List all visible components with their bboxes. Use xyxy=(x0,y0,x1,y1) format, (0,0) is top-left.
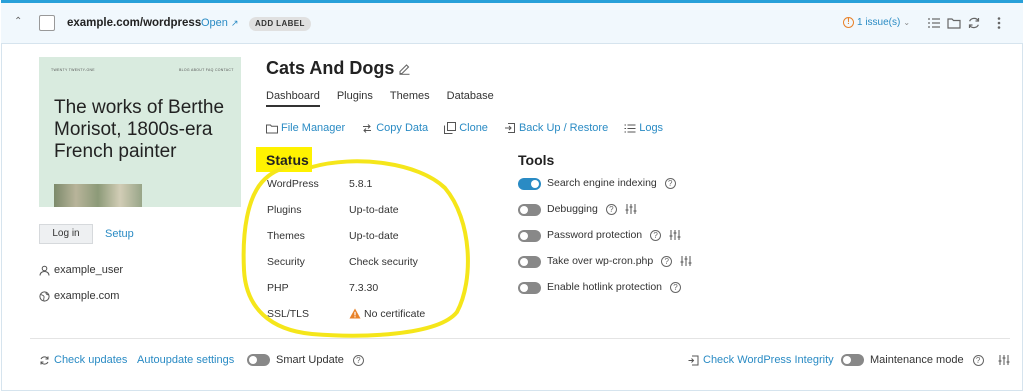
settings-sliders-icon[interactable] xyxy=(625,203,637,215)
tool-search-engine-indexing: Search engine indexing ? xyxy=(547,177,676,189)
tool-label-search-engine-indexing: Search engine indexing xyxy=(547,177,657,189)
help-icon[interactable]: ? xyxy=(664,177,676,189)
check-updates-button[interactable]: Check updates xyxy=(39,354,127,366)
logs-button[interactable]: Logs xyxy=(624,122,663,134)
clone-icon xyxy=(444,122,457,134)
preview-headline: The works of Berthe Morisot, 1800s-era F… xyxy=(54,97,225,162)
backup-restore-button[interactable]: Back Up / Restore xyxy=(504,122,608,134)
site-preview-thumbnail[interactable]: TWENTY TWENTY-ONE BLOG ABOUT FAQ CONTACT… xyxy=(39,57,241,207)
add-label-button[interactable]: ADD LABEL xyxy=(249,17,311,31)
site-tabs: Dashboard Plugins Themes Database xyxy=(266,90,494,107)
footer-divider xyxy=(30,338,1010,339)
issues-dropdown[interactable]: ! 1 issue(s) ⌄ xyxy=(843,17,910,28)
logs-label: Logs xyxy=(639,122,664,134)
annotation-circle xyxy=(241,159,470,338)
issues-label: 1 issue(s) xyxy=(857,17,901,28)
help-icon[interactable]: ? xyxy=(605,203,617,215)
tools-heading: Tools xyxy=(518,152,555,168)
external-link-icon: ↗ xyxy=(230,18,239,28)
check-integrity-label: Check WordPress Integrity xyxy=(703,354,834,366)
setup-link[interactable]: Setup xyxy=(105,228,134,240)
integrity-icon xyxy=(688,355,699,366)
pencil-icon[interactable] xyxy=(398,62,411,75)
backup-icon xyxy=(504,122,516,134)
tool-password-protection: Password protection ? xyxy=(547,229,681,241)
site-domain: example.com/wordpress xyxy=(67,17,202,29)
tab-dashboard[interactable]: Dashboard xyxy=(266,90,320,107)
help-icon[interactable]: ? xyxy=(650,229,662,241)
user-icon xyxy=(39,265,50,276)
toggle-smart-update[interactable] xyxy=(247,354,270,366)
check-integrity-button[interactable]: Check WordPress Integrity xyxy=(688,354,834,366)
site-url: example.com xyxy=(54,290,120,302)
refresh-icon[interactable] xyxy=(967,16,981,30)
tab-plugins[interactable]: Plugins xyxy=(337,90,373,107)
list-view-icon[interactable] xyxy=(927,16,941,30)
backup-restore-label: Back Up / Restore xyxy=(518,122,609,134)
folder-icon[interactable] xyxy=(947,16,961,30)
more-menu-icon[interactable] xyxy=(996,16,1002,30)
refresh-icon xyxy=(39,355,50,366)
file-manager-button[interactable]: File Manager xyxy=(266,122,345,134)
site-title: Cats And Dogs xyxy=(266,58,395,78)
help-icon[interactable]: ? xyxy=(972,354,984,366)
preview-brand: TWENTY TWENTY-ONE xyxy=(51,68,95,72)
tool-label-hotlink-protection: Enable hotlink protection xyxy=(547,281,662,293)
user-name: example_user xyxy=(54,264,124,276)
copy-data-icon xyxy=(361,123,373,134)
site-user: example_user xyxy=(39,264,123,276)
globe-icon xyxy=(39,290,50,302)
copy-data-button[interactable]: Copy Data xyxy=(361,122,428,134)
preview-image xyxy=(54,184,142,207)
tab-database[interactable]: Database xyxy=(447,90,494,107)
tool-debugging: Debugging ? xyxy=(547,203,637,215)
chevron-down-icon: ⌄ xyxy=(903,18,911,27)
clone-button[interactable]: Clone xyxy=(444,122,488,134)
settings-sliders-icon[interactable] xyxy=(998,354,1010,366)
clone-label: Clone xyxy=(459,122,488,134)
site-actions: File Manager Copy Data Clone Back Up / R… xyxy=(266,122,663,134)
smart-update-toggle-group: Smart Update ? xyxy=(247,354,364,366)
warning-circle-icon: ! xyxy=(843,17,854,28)
site-card-header: ⌃ example.com/wordpress Open ↗ ADD LABEL… xyxy=(1,0,1023,44)
tab-themes[interactable]: Themes xyxy=(390,90,430,107)
toggle-search-engine-indexing[interactable] xyxy=(518,178,541,190)
list-icon xyxy=(624,123,636,134)
site-address: example.com xyxy=(39,290,119,302)
folder-icon xyxy=(266,123,278,134)
help-icon[interactable]: ? xyxy=(352,354,364,366)
toggle-wp-cron[interactable] xyxy=(518,256,541,268)
toggle-password-protection[interactable] xyxy=(518,230,541,242)
smart-update-label: Smart Update xyxy=(276,354,344,366)
maintenance-mode-label: Maintenance mode xyxy=(870,354,964,366)
settings-sliders-icon[interactable] xyxy=(669,229,681,241)
toggle-maintenance-mode[interactable] xyxy=(841,354,864,366)
autoupdate-settings-link[interactable]: Autoupdate settings xyxy=(137,354,234,366)
tool-label-wp-cron: Take over wp-cron.php xyxy=(547,255,654,267)
log-in-button[interactable]: Log in xyxy=(39,224,93,244)
tool-wp-cron: Take over wp-cron.php ? xyxy=(547,255,692,267)
file-manager-label: File Manager xyxy=(281,122,346,134)
copy-data-label: Copy Data xyxy=(376,122,429,134)
help-icon[interactable]: ? xyxy=(670,281,681,293)
collapse-chevron-icon[interactable]: ⌃ xyxy=(14,16,22,27)
tool-label-password-protection: Password protection xyxy=(547,229,643,241)
settings-sliders-icon[interactable] xyxy=(680,255,692,267)
open-site-label: Open xyxy=(201,17,228,29)
help-icon[interactable]: ? xyxy=(661,255,673,267)
tool-hotlink-protection: Enable hotlink protection ? xyxy=(547,281,681,293)
toggle-hotlink-protection[interactable] xyxy=(518,282,541,294)
toggle-debugging[interactable] xyxy=(518,204,541,216)
tool-label-debugging: Debugging xyxy=(547,203,598,215)
select-site-checkbox[interactable] xyxy=(39,15,55,31)
maintenance-mode-group: Maintenance mode ? xyxy=(841,354,1010,366)
check-updates-label: Check updates xyxy=(54,354,128,366)
preview-menu: BLOG ABOUT FAQ CONTACT xyxy=(179,68,234,72)
open-site-link[interactable]: Open ↗ xyxy=(201,17,239,29)
